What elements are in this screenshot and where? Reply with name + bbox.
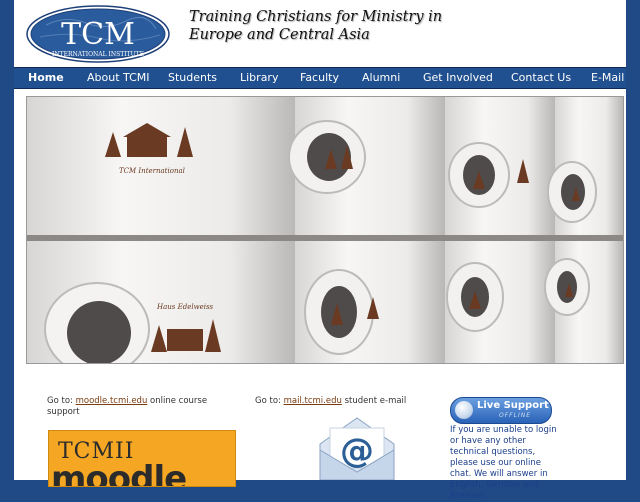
nav-item-library[interactable]: Library	[240, 68, 278, 88]
hero-mugs-image: TCM International Haus Edelweiss	[26, 96, 624, 364]
site-tagline: Training Christians for Ministry in Euro…	[189, 8, 519, 44]
nav-item-contact[interactable]: Contact Us	[511, 68, 571, 88]
mail-link[interactable]: mail.tcmi.edu	[284, 396, 342, 406]
mail-suffix: student e-mail	[341, 396, 407, 406]
mail-info: Go to: mail.tcmi.edu student e-mail	[255, 396, 425, 407]
nav-item-faculty[interactable]: Faculty	[300, 68, 339, 88]
chat-bubble-icon	[455, 401, 473, 419]
mug-print-text-2: Haus Edelweiss	[156, 303, 214, 311]
moodle-banner-word: moodle	[51, 459, 187, 487]
main-navigation: Home About TCMI Students Library Faculty…	[14, 67, 626, 89]
mail-prefix: Go to:	[255, 396, 284, 406]
nav-item-students[interactable]: Students	[168, 68, 217, 88]
moodle-prefix: Go to:	[47, 396, 76, 406]
nav-item-home[interactable]: Home	[28, 68, 64, 88]
envelope-at-icon[interactable]: @	[316, 414, 398, 480]
live-support-text: If you are unable to login or have any o…	[450, 425, 557, 501]
tagline-line-1: Training Christians for Ministry in	[189, 9, 443, 25]
live-support-label: Live Support	[477, 400, 549, 411]
page-container: TCM INTERNATIONAL INSTITUTE Training Chr…	[14, 0, 626, 501]
nav-item-alumni[interactable]: Alumni	[362, 68, 400, 88]
live-support-button[interactable]: Live Support OFFLINE	[450, 397, 552, 424]
moodle-link[interactable]: moodle.tcmi.edu	[76, 396, 148, 406]
tcm-logo[interactable]: TCM INTERNATIONAL INSTITUTE	[26, 5, 170, 63]
nav-item-email[interactable]: E-Mail	[591, 68, 624, 88]
logo-subtext: INTERNATIONAL INSTITUTE	[52, 51, 144, 58]
moodle-info: Go to: moodle.tcmi.edu online course sup…	[47, 396, 222, 418]
live-support-status: OFFLINE	[499, 412, 532, 419]
mug-print-text: TCM International	[119, 167, 185, 175]
tagline-line-2: Europe and Central Asia	[189, 27, 370, 43]
nav-item-get-involved[interactable]: Get Involved	[423, 68, 493, 88]
logo-text: TCM	[61, 17, 135, 52]
nav-item-about[interactable]: About TCMI	[87, 68, 150, 88]
moodle-banner[interactable]: TCMII moodle	[48, 430, 236, 487]
